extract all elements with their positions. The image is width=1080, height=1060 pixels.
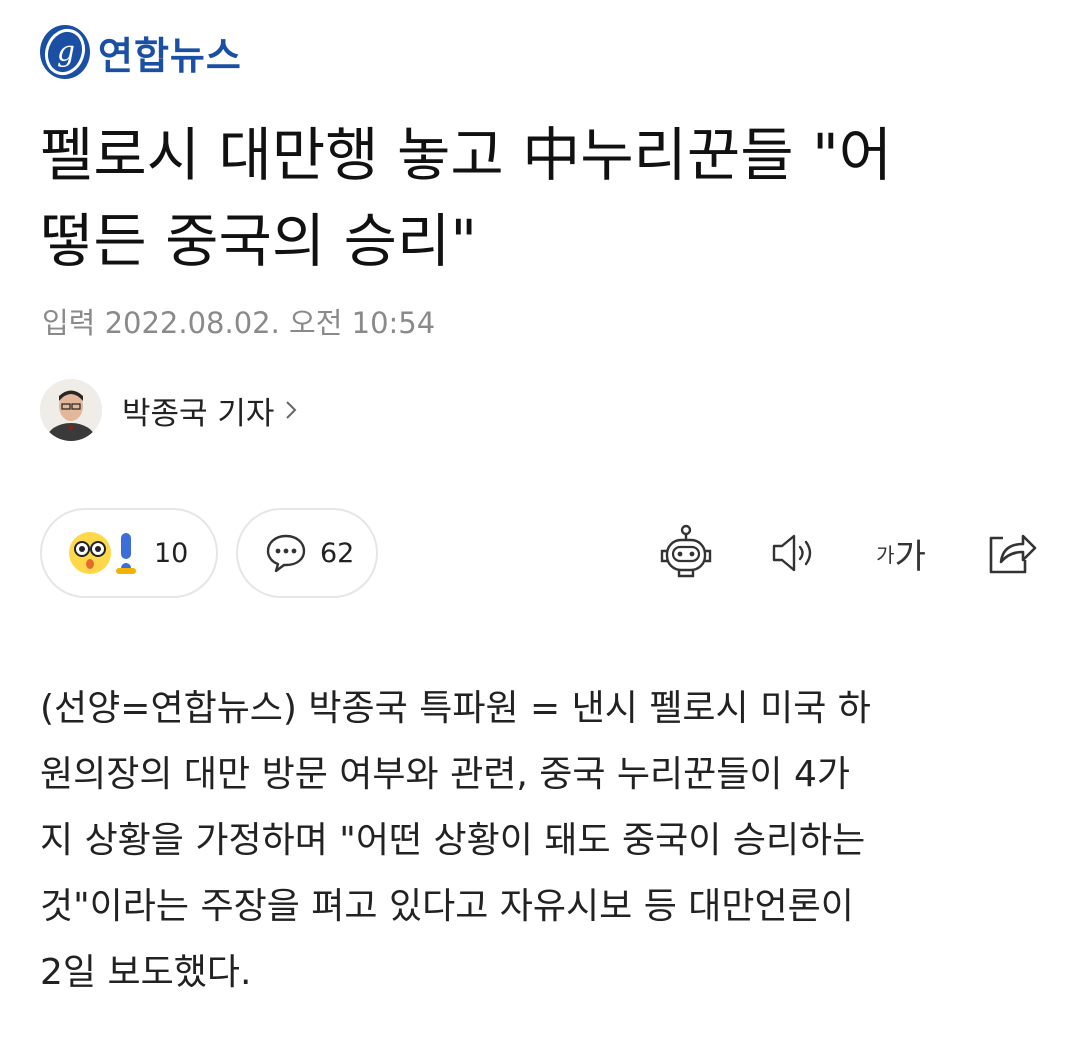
body-line-3: 지 상황을 가정하며 "어떤 상황이 돼도 중국이 승리하는 [40, 820, 866, 861]
body-line-4: 것"이라는 주장을 펴고 있다고 자유시보 등 대만언론이 [40, 886, 854, 927]
font-size-small-label: 가 [876, 542, 895, 567]
reaction-count: 10 [154, 537, 189, 569]
title-line-2: 떻든 중국의 승리" [40, 207, 478, 275]
yonhap-logo-icon: g [40, 25, 90, 79]
comment-button[interactable]: 62 [236, 508, 378, 598]
text-to-speech-button[interactable] [764, 522, 824, 584]
surprised-emoji-icon [69, 532, 136, 574]
body-line-2: 원의장의 대만 방문 여부와 관련, 중국 누리꾼들이 4가 [40, 754, 850, 795]
article-body: (선양=연합뉴스) 박종국 특파원 = 낸시 펠로시 미국 하 원의장의 대만 … [40, 676, 1045, 1006]
avatar [40, 379, 102, 441]
reporter-link[interactable]: 박종국 기자 [40, 378, 298, 442]
article-dateline: 입력 2022.08.02. 오전 10:54 [42, 306, 436, 340]
body-line-5: 2일 보도했다. [40, 952, 252, 993]
speaker-icon [772, 534, 812, 572]
svg-text:g: g [57, 35, 75, 68]
reaction-button[interactable]: 10 [40, 508, 218, 598]
title-line-1: 펠로시 대만행 놓고 中누리꾼들 "어 [40, 121, 893, 189]
yonhap-logo[interactable]: g 연합뉴스 [38, 22, 242, 82]
comment-bubble-icon [266, 534, 306, 573]
comment-count: 62 [320, 537, 355, 569]
article-title: 펠로시 대만행 놓고 中누리꾼들 "어 떻든 중국의 승리" [40, 112, 1040, 284]
robot-summary-icon [660, 524, 712, 578]
logo-text: 연합뉴스 [98, 33, 242, 78]
share-icon [989, 534, 1037, 574]
body-line-1: (선양=연합뉴스) 박종국 특파원 = 낸시 펠로시 미국 하 [40, 688, 871, 729]
summary-bot-button[interactable] [656, 522, 716, 584]
font-size-button[interactable]: 가 가 [866, 522, 936, 584]
chevron-right-icon [286, 401, 297, 419]
font-size-big-label: 가 [894, 536, 926, 577]
reporter-name: 박종국 기자 [122, 395, 275, 432]
share-button[interactable] [980, 522, 1040, 584]
